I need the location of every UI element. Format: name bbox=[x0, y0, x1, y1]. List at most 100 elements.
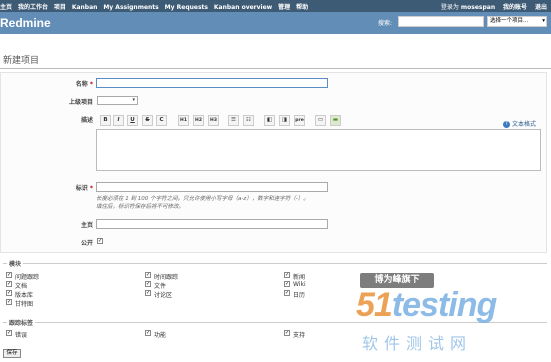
watermark-logo-num: 51 bbox=[356, 286, 393, 324]
public-checkbox[interactable] bbox=[97, 238, 103, 244]
list-icon: ☰ bbox=[231, 117, 236, 123]
heading3-button[interactable]: H3 bbox=[208, 115, 219, 126]
parent-select[interactable]: ▾ bbox=[97, 96, 138, 105]
module-label: 新闻 bbox=[293, 274, 306, 281]
module-label: 问题跟踪 bbox=[15, 274, 40, 281]
module-label: 文档 bbox=[15, 283, 28, 290]
ordered-list-icon: ☷ bbox=[246, 117, 251, 123]
name-label-text: 名称 bbox=[75, 81, 88, 88]
italic-button[interactable]: I bbox=[113, 115, 124, 126]
identifier-hint-line2: 填住后，标识符保存后将不可修改。 bbox=[96, 204, 185, 210]
bold-button[interactable]: B bbox=[100, 115, 111, 126]
homepage-input[interactable] bbox=[96, 219, 328, 229]
required-marker: * bbox=[89, 81, 93, 88]
heading2-button[interactable]: H2 bbox=[193, 115, 204, 126]
link-icon: ▬ bbox=[332, 117, 339, 123]
parent-label: 上级项目 bbox=[68, 99, 93, 106]
module-checkbox-gantt[interactable] bbox=[6, 299, 12, 305]
menu-my-requests[interactable]: My Requests bbox=[165, 4, 208, 11]
code-button[interactable]: C bbox=[156, 115, 167, 126]
header: Redmine 搜索: 选择一个项目... ▾ bbox=[0, 12, 551, 34]
pre-button[interactable]: pre bbox=[294, 115, 305, 126]
menu-my-assignments[interactable]: My Assignments bbox=[103, 4, 158, 11]
menu-kanban[interactable]: Kanban bbox=[72, 4, 98, 11]
image-icon: ▭ bbox=[317, 117, 324, 123]
module-checkbox-files[interactable] bbox=[145, 281, 151, 287]
page-title: 新建项目 bbox=[3, 56, 40, 66]
project-jump-select[interactable]: 选择一个项目... ▾ bbox=[487, 16, 547, 27]
tracker-label: 功能 bbox=[154, 332, 167, 339]
image-button[interactable]: ▭ bbox=[315, 115, 326, 126]
app-title[interactable]: Redmine bbox=[0, 16, 51, 30]
name-input[interactable] bbox=[96, 78, 328, 88]
top-menu-left: 主页 我的工作台 项目 Kanban My Assignments My Req… bbox=[0, 2, 312, 11]
search-label: 搜索: bbox=[378, 20, 393, 27]
module-checkbox-news[interactable] bbox=[284, 272, 290, 278]
tracker-label: 支持 bbox=[293, 332, 306, 339]
project-jump-label: 选择一个项目... bbox=[490, 18, 529, 24]
homepage-label: 主页 bbox=[80, 222, 93, 229]
identifier-hint-line1: 长度必须在 1 到 100 个字符之间。只允许使用小写字母（a-z），数字和连字… bbox=[96, 196, 309, 202]
module-label: 文件 bbox=[154, 283, 167, 290]
required-marker: * bbox=[89, 185, 93, 192]
underline-button[interactable]: U bbox=[127, 115, 138, 126]
tracker-label: 错误 bbox=[15, 332, 28, 339]
menu-kanban-overview[interactable]: Kanban overview bbox=[214, 4, 272, 11]
watermark-logo: 51testing bbox=[356, 286, 497, 325]
menu-projects[interactable]: 项目 bbox=[54, 4, 66, 11]
trackers-legend: 跟踪标签 bbox=[7, 318, 36, 327]
module-label: 甘特图 bbox=[15, 301, 34, 308]
watermark-logo-text: testing bbox=[391, 286, 497, 324]
help-icon: ? bbox=[503, 121, 510, 128]
module-checkbox-boards[interactable] bbox=[145, 290, 151, 296]
strikethrough-button[interactable]: S bbox=[142, 115, 153, 126]
heading1-button[interactable]: H1 bbox=[178, 115, 189, 126]
identifier-input[interactable] bbox=[96, 182, 328, 192]
tracker-checkbox-bug[interactable] bbox=[6, 330, 12, 336]
module-label: 讨论区 bbox=[154, 292, 173, 299]
menu-home[interactable]: 主页 bbox=[0, 4, 12, 11]
chevron-down-icon: ▾ bbox=[542, 18, 545, 24]
unquote-button[interactable]: ◨ bbox=[279, 115, 290, 126]
blockquote-button[interactable]: ◧ bbox=[264, 115, 275, 126]
save-button[interactable]: 保存 bbox=[3, 349, 21, 358]
text-format-link[interactable]: ? 文本格式 bbox=[503, 119, 536, 128]
module-checkbox-issue-tracking[interactable] bbox=[6, 272, 12, 278]
search-input[interactable] bbox=[398, 16, 484, 27]
module-checkbox-time-tracking[interactable] bbox=[145, 272, 151, 278]
module-checkbox-repository[interactable] bbox=[6, 290, 12, 296]
module-label: Wiki bbox=[293, 281, 306, 288]
menu-my-page[interactable]: 我的工作台 bbox=[18, 4, 48, 11]
menu-help[interactable]: 帮助 bbox=[296, 4, 308, 11]
username-link[interactable]: mosespan bbox=[461, 4, 495, 11]
module-checkbox-calendar[interactable] bbox=[284, 290, 290, 296]
unquote-icon: ◨ bbox=[281, 117, 288, 123]
watermark-subtitle: 软件测试网 bbox=[362, 334, 473, 353]
my-account-link[interactable]: 我的账号 bbox=[503, 4, 527, 11]
description-label: 描述 bbox=[80, 117, 93, 124]
chevron-down-icon: ▾ bbox=[132, 97, 135, 103]
module-checkbox-wiki[interactable] bbox=[284, 281, 290, 287]
account-menu: 登录为 mosespan 我的账号 退出 bbox=[435, 2, 547, 11]
quote-icon: ◧ bbox=[266, 117, 273, 123]
ordered-list-button[interactable]: ☷ bbox=[243, 115, 254, 126]
identifier-label-text: 标识 bbox=[75, 185, 88, 192]
description-textarea[interactable] bbox=[96, 129, 541, 171]
module-label: 日历 bbox=[293, 292, 306, 299]
link-button[interactable]: ▬ bbox=[330, 115, 341, 126]
tracker-checkbox-support[interactable] bbox=[284, 330, 290, 336]
module-checkbox-documents[interactable] bbox=[6, 281, 12, 287]
identifier-label: 标识 * bbox=[60, 183, 93, 192]
menu-admin[interactable]: 管理 bbox=[278, 4, 290, 11]
identifier-hint: 长度必须在 1 到 100 个字符之间。只允许使用小写字母（a-z），数字和连字… bbox=[96, 195, 356, 211]
text-format-label: 文本格式 bbox=[512, 121, 537, 128]
logged-in-label: 登录为 bbox=[440, 4, 459, 11]
module-label: 时间跟踪 bbox=[154, 274, 179, 281]
modules-legend: 模块 bbox=[7, 259, 24, 268]
module-label: 版本库 bbox=[15, 292, 34, 299]
tracker-checkbox-feature[interactable] bbox=[145, 330, 151, 336]
unordered-list-button[interactable]: ☰ bbox=[228, 115, 239, 126]
name-label: 名称 * bbox=[60, 79, 93, 88]
title-divider bbox=[0, 68, 551, 69]
sign-out-link[interactable]: 退出 bbox=[535, 4, 547, 11]
